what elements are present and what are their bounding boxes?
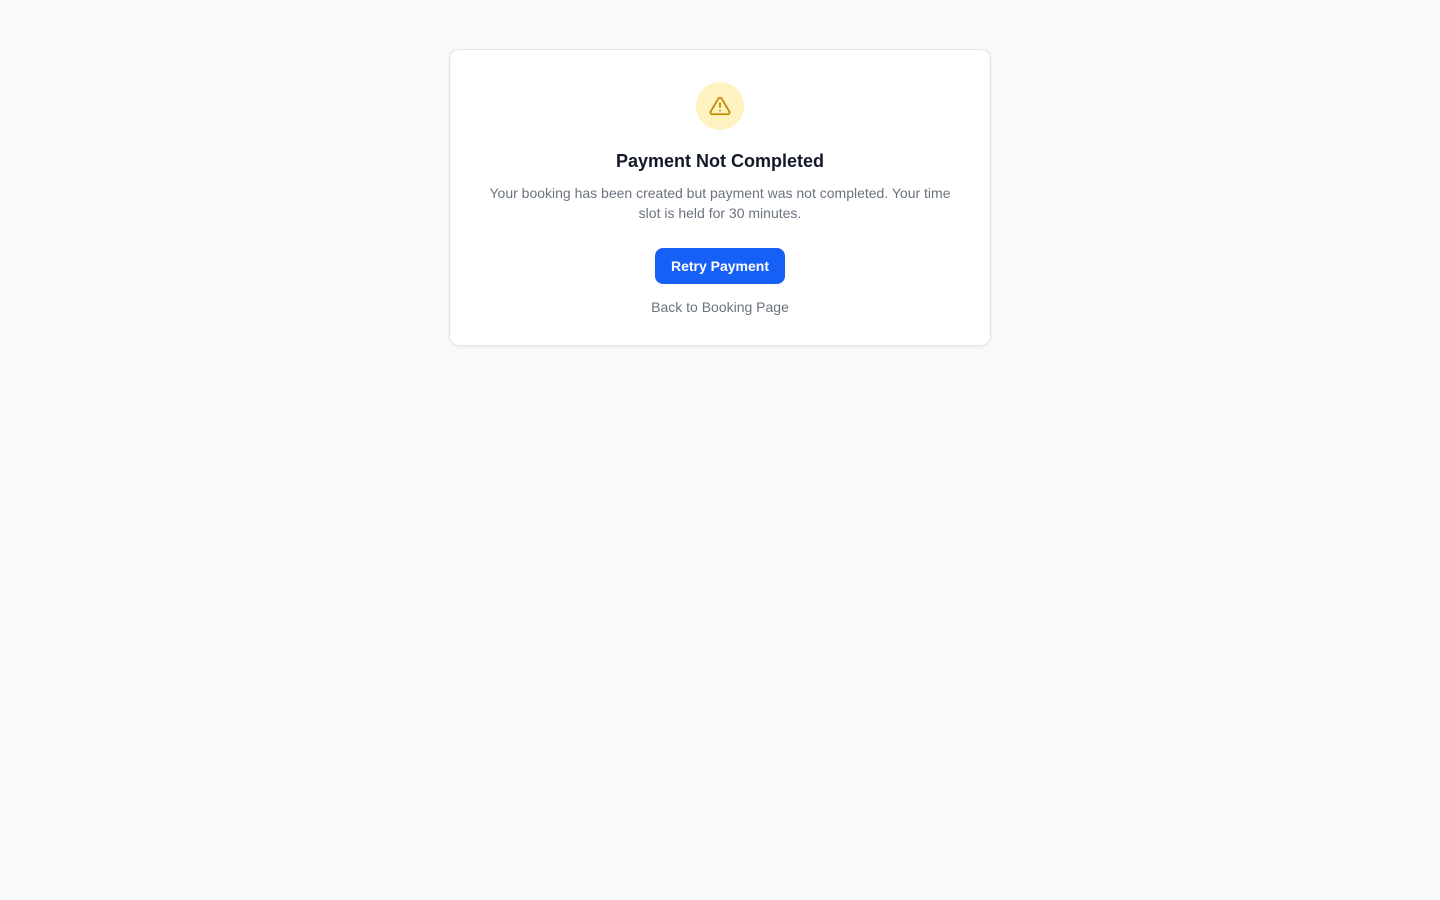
back-to-booking-link[interactable]: Back to Booking Page <box>651 298 789 316</box>
retry-payment-button[interactable]: Retry Payment <box>654 248 786 284</box>
warning-triangle-icon <box>709 96 731 116</box>
page-title: Payment Not Completed <box>615 151 825 171</box>
status-message: Your booking has been created but paymen… <box>489 185 951 221</box>
payment-status-card: Payment Not Completed Your booking has b… <box>449 49 991 346</box>
warning-icon-badge <box>696 82 744 130</box>
